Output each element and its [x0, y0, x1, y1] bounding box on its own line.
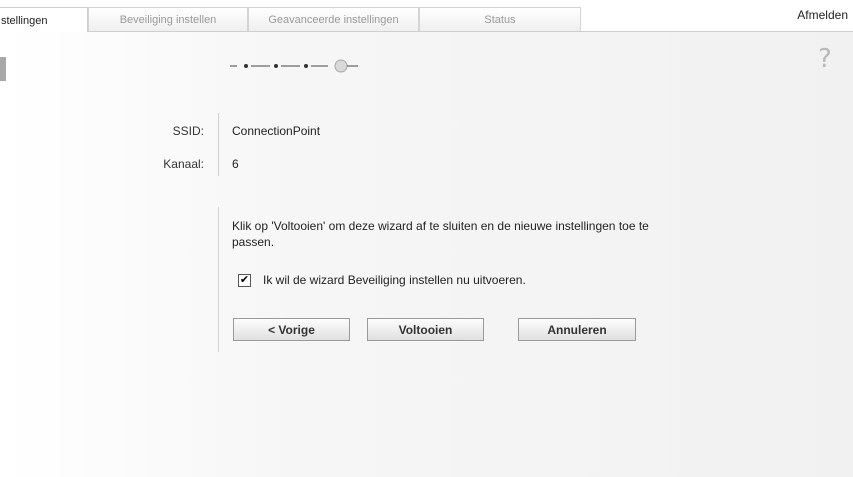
- progress-step-3: [304, 64, 308, 68]
- progress-step-current: [334, 59, 348, 73]
- tab-geavanceerde-instellingen[interactable]: Geavanceerde instellingen: [248, 7, 419, 32]
- security-wizard-option[interactable]: ✔ Ik wil de wizard Beveiliging instellen…: [238, 273, 526, 287]
- content-panel: [5, 32, 853, 477]
- content-divider: [218, 207, 219, 352]
- wizard-progress-graphic: [230, 59, 358, 73]
- info-text: Klik op 'Voltooien' om deze wizard af te…: [232, 219, 649, 249]
- channel-label: Kanaal:: [163, 157, 204, 171]
- tab-beveiliging-instellen[interactable]: Beveiliging instellen: [88, 7, 248, 32]
- run-security-wizard-checkbox[interactable]: ✔: [238, 273, 251, 287]
- logout-link[interactable]: Afmelden: [797, 8, 848, 22]
- ssid-value: ConnectionPoint: [232, 124, 321, 138]
- cancel-button[interactable]: Annuleren: [518, 318, 636, 341]
- previous-button[interactable]: < Vorige: [233, 318, 350, 341]
- ssid-label: SSID:: [172, 124, 204, 138]
- channel-value: 6: [232, 157, 239, 171]
- tab-status[interactable]: Status: [419, 7, 581, 32]
- progress-step-1: [244, 64, 248, 68]
- tab-bar: stellingen Beveiliging instellen Geavanc…: [0, 0, 853, 33]
- help-icon[interactable]: ?: [818, 44, 832, 74]
- progress-step-2: [274, 64, 278, 68]
- sidebar-marker: [0, 57, 6, 81]
- label-divider: [218, 113, 219, 176]
- checkbox-label[interactable]: Ik wil de wizard Beveiliging instellen n…: [263, 273, 526, 287]
- finish-button[interactable]: Voltooien: [367, 318, 484, 341]
- tab-instellingen[interactable]: stellingen: [0, 7, 88, 33]
- wizard-progress: [230, 58, 370, 74]
